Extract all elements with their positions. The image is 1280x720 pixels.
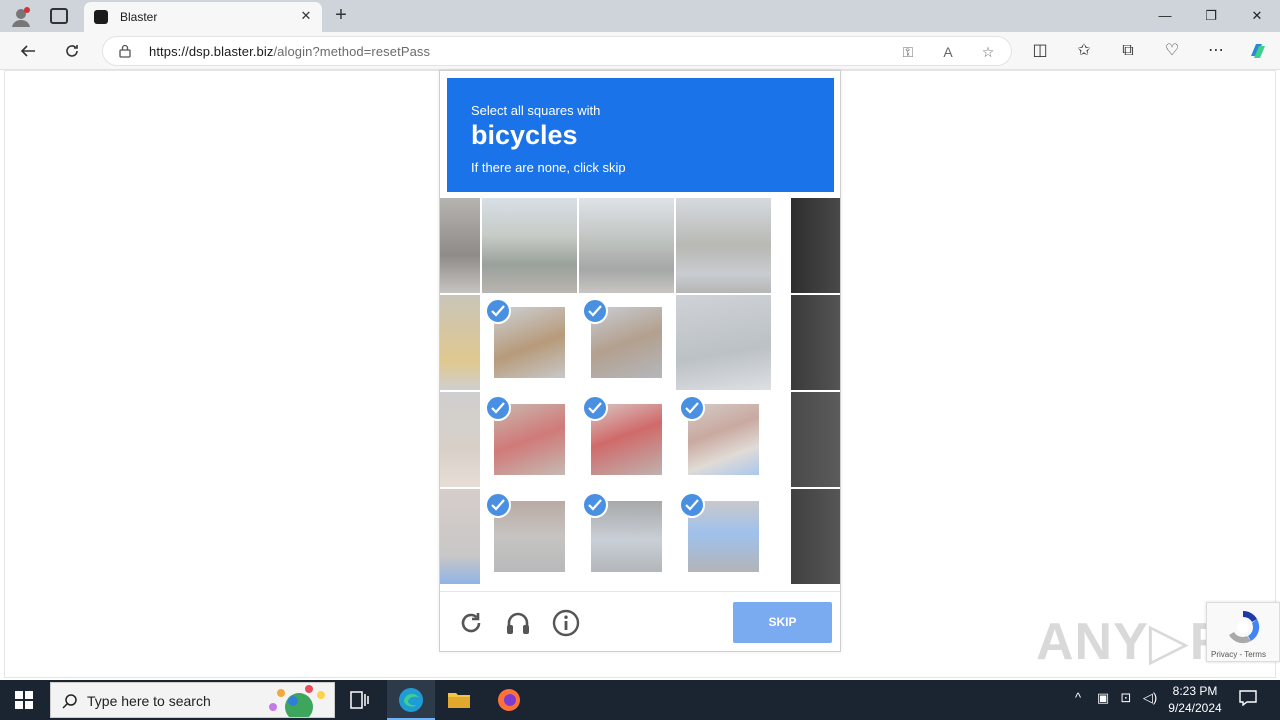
favorite-star-icon[interactable]: ☆ bbox=[977, 41, 999, 63]
back-button[interactable] bbox=[14, 38, 42, 64]
new-tab-button[interactable]: + bbox=[330, 4, 352, 26]
read-aloud-icon[interactable]: A bbox=[937, 41, 959, 63]
lock-icon[interactable] bbox=[119, 44, 131, 58]
firefox-icon[interactable] bbox=[485, 680, 533, 720]
captcha-footer: SKIP bbox=[440, 591, 840, 651]
task-view-icon[interactable] bbox=[336, 680, 384, 720]
captcha-tile[interactable] bbox=[482, 198, 577, 293]
clock-date: 9/24/2024 bbox=[1168, 701, 1222, 715]
captcha-tile-selected[interactable] bbox=[482, 392, 577, 487]
captcha-tile[interactable] bbox=[791, 198, 840, 293]
copilot-icon[interactable] bbox=[1244, 38, 1272, 64]
start-button[interactable] bbox=[0, 680, 48, 720]
browser-title-bar: Blaster ✕ + — ❐ ✕ bbox=[0, 0, 1280, 32]
url-path: /alogin?method=resetPass bbox=[273, 44, 431, 59]
restore-button[interactable]: ❐ bbox=[1188, 0, 1234, 32]
captcha-tile[interactable] bbox=[791, 489, 840, 584]
collections-icon[interactable]: ⧉ bbox=[1114, 38, 1142, 64]
captcha-tile[interactable] bbox=[791, 295, 840, 390]
checkmark-icon bbox=[582, 492, 608, 518]
close-window-button[interactable]: ✕ bbox=[1234, 0, 1280, 32]
audio-challenge-icon[interactable] bbox=[503, 608, 533, 638]
checkmark-icon bbox=[679, 492, 705, 518]
captcha-tile-selected[interactable] bbox=[676, 489, 771, 584]
captcha-tile[interactable] bbox=[791, 392, 840, 487]
captcha-challenge: Select all squares with bicycles If ther… bbox=[439, 70, 841, 652]
taskbar-search-box[interactable]: Type here to search bbox=[50, 682, 335, 718]
instruction-text: Select all squares with bbox=[471, 103, 601, 118]
profile-icon[interactable] bbox=[10, 6, 32, 28]
captcha-tile[interactable] bbox=[440, 295, 480, 390]
captcha-tile-selected[interactable] bbox=[676, 392, 771, 487]
captcha-instruction-banner: Select all squares with bicycles If ther… bbox=[447, 78, 834, 192]
browser-essentials-icon[interactable]: ♡ bbox=[1158, 38, 1186, 64]
skip-button[interactable]: SKIP bbox=[733, 602, 832, 643]
url-text[interactable]: https://dsp.blaster.biz/alogin?method=re… bbox=[149, 44, 430, 59]
checkmark-icon bbox=[485, 298, 511, 324]
checkmark-icon bbox=[679, 395, 705, 421]
captcha-tile-selected[interactable] bbox=[579, 295, 674, 390]
search-highlight-globe-icon bbox=[269, 685, 325, 717]
checkmark-icon bbox=[582, 298, 608, 324]
taskbar-clock[interactable]: 8:23 PM 9/24/2024 bbox=[1160, 683, 1230, 717]
address-bar[interactable]: https://dsp.blaster.biz/alogin?method=re… bbox=[102, 36, 1012, 66]
more-menu-icon[interactable]: ⋯ bbox=[1202, 38, 1230, 64]
refresh-button[interactable] bbox=[58, 38, 86, 64]
captcha-tile[interactable] bbox=[440, 489, 480, 584]
captcha-tile[interactable] bbox=[440, 198, 480, 293]
captcha-tile[interactable] bbox=[676, 198, 771, 293]
show-hidden-icons-icon[interactable]: ^ bbox=[1068, 690, 1088, 705]
device-icon[interactable]: ▣ bbox=[1093, 690, 1113, 706]
close-tab-icon[interactable]: ✕ bbox=[298, 8, 314, 24]
tab-actions-icon[interactable] bbox=[50, 8, 68, 24]
volume-icon[interactable]: ◁) bbox=[1140, 690, 1160, 706]
info-icon[interactable] bbox=[551, 608, 581, 638]
tab-title: Blaster bbox=[120, 10, 158, 24]
browser-toolbar: https://dsp.blaster.biz/alogin?method=re… bbox=[0, 32, 1280, 70]
url-host: https://dsp.blaster.biz bbox=[149, 44, 274, 59]
split-screen-icon[interactable]: ◫ bbox=[1026, 38, 1054, 64]
notifications-icon[interactable] bbox=[1238, 690, 1258, 709]
recaptcha-logo-icon bbox=[1229, 610, 1260, 644]
minimize-button[interactable]: — bbox=[1142, 0, 1188, 32]
checkmark-icon bbox=[485, 395, 511, 421]
search-placeholder: Type here to search bbox=[87, 693, 211, 709]
edge-taskbar-icon[interactable] bbox=[387, 680, 435, 720]
captcha-tile-selected[interactable] bbox=[579, 392, 674, 487]
captcha-image-grid bbox=[440, 198, 840, 588]
windows-taskbar: Type here to search ^ ▣ ⊡ ◁) 8:23 PM 9/2… bbox=[0, 680, 1280, 720]
skip-hint-text: If there are none, click skip bbox=[471, 160, 626, 175]
target-object-text: bicycles bbox=[471, 120, 578, 150]
recaptcha-terms-link[interactable]: Privacy - Terms bbox=[1211, 650, 1266, 659]
captcha-tile-selected[interactable] bbox=[482, 295, 577, 390]
captcha-tile[interactable] bbox=[676, 295, 771, 390]
reload-icon[interactable] bbox=[456, 608, 486, 638]
network-icon[interactable]: ⊡ bbox=[1116, 690, 1136, 706]
search-icon bbox=[62, 694, 77, 709]
recaptcha-badge[interactable]: Privacy - Terms bbox=[1206, 602, 1280, 662]
password-key-icon[interactable]: ⚿ bbox=[897, 41, 919, 63]
checkmark-icon bbox=[582, 395, 608, 421]
captcha-tile-selected[interactable] bbox=[482, 489, 577, 584]
favorites-icon[interactable]: ✩ bbox=[1070, 38, 1098, 64]
blaster-favicon-icon bbox=[94, 10, 108, 24]
file-explorer-icon[interactable] bbox=[435, 680, 483, 720]
browser-tab[interactable]: Blaster ✕ bbox=[84, 2, 322, 32]
captcha-tile[interactable] bbox=[579, 198, 674, 293]
captcha-tile[interactable] bbox=[440, 392, 480, 487]
captcha-tile-selected[interactable] bbox=[579, 489, 674, 584]
checkmark-icon bbox=[485, 492, 511, 518]
clock-time: 8:23 PM bbox=[1172, 684, 1218, 698]
